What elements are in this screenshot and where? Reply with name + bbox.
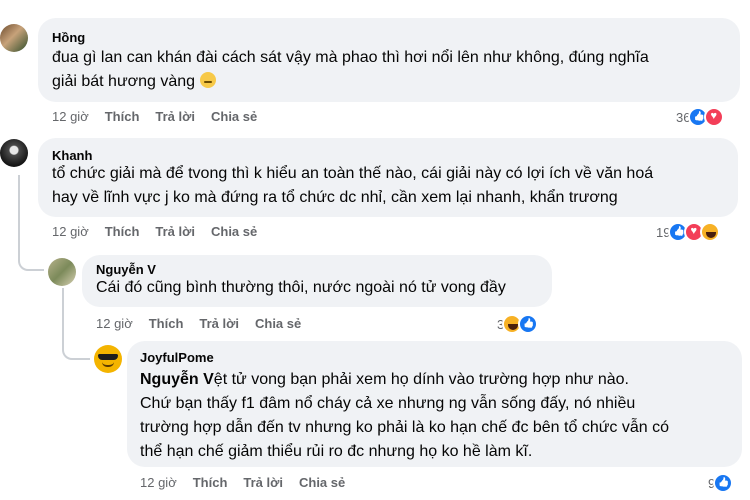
reaction-summary[interactable]: 36 — [676, 107, 725, 127]
avatar[interactable] — [0, 139, 28, 167]
reply-button[interactable]: Trả lời — [155, 224, 195, 239]
like-icon — [518, 314, 539, 334]
like-icon — [713, 473, 734, 493]
comment-text-line: đua gì lan can khán đài cách sát vậy mà … — [52, 49, 649, 66]
slightly-smiling-face-icon — [199, 72, 216, 88]
comment-timestamp[interactable]: 12 giờ — [140, 475, 177, 490]
comment-text-line: Nguyễn Vệt tử vong bạn phải xem họ dính … — [140, 371, 629, 388]
mention-link[interactable]: Nguyễn V — [140, 371, 214, 388]
avatar[interactable] — [0, 24, 28, 52]
share-button[interactable]: Chia sẻ — [211, 224, 257, 239]
comment-author-name[interactable]: JoyfulPome — [140, 350, 214, 365]
avatar[interactable] — [48, 258, 76, 286]
comment-text-line: Cái đó cũng bình thường thôi, nước ngoài… — [96, 279, 506, 296]
share-button[interactable]: Chia sẻ — [211, 109, 257, 124]
comment-author-name[interactable]: Khanh — [52, 148, 92, 163]
comment-timestamp[interactable]: 12 giờ — [52, 109, 89, 124]
reply-button[interactable]: Trả lời — [243, 475, 283, 490]
haha-icon — [700, 222, 721, 242]
comment-author-name[interactable]: Nguyễn V — [96, 262, 156, 277]
comment-text-line: giải bát hương vàng — [52, 70, 216, 94]
comment-timestamp[interactable]: 12 giờ — [52, 224, 89, 239]
comment-actions: 12 giờ Thích Trả lời Chia sẻ — [96, 316, 301, 331]
comment-actions: 12 giờ Thích Trả lời Chia sẻ — [52, 224, 257, 239]
comment-text-line: hay về lĩnh vực j ko mà đứng ra tổ chức … — [52, 189, 618, 206]
comment-text-line: tổ chức giải mà để tvong thì k hiểu an t… — [52, 165, 654, 182]
comment-actions: 12 giờ Thích Trả lời Chia sẻ — [140, 475, 345, 490]
reaction-summary[interactable]: 19 — [656, 222, 721, 242]
reaction-summary[interactable]: 9 — [708, 473, 734, 493]
comment-timestamp[interactable]: 12 giờ — [96, 316, 133, 331]
like-button[interactable]: Thích — [105, 224, 140, 239]
share-button[interactable]: Chia sẻ — [255, 316, 301, 331]
comment-actions: 12 giờ Thích Trả lời Chia sẻ — [52, 109, 257, 124]
share-button[interactable]: Chia sẻ — [299, 475, 345, 490]
like-button[interactable]: Thích — [149, 316, 184, 331]
reply-button[interactable]: Trả lời — [155, 109, 195, 124]
comment-text-line: Chứ bạn thấy f1 đâm nổ cháy cả xe nhưng … — [140, 395, 636, 412]
love-icon — [704, 107, 725, 127]
comment-text-line: trường hợp dẫn đến tv nhưng ko phải là k… — [140, 419, 670, 436]
comment-text-line: thể hạn chế giảm thiểu rủi ro đc nhưng h… — [140, 443, 533, 460]
reply-button[interactable]: Trả lời — [199, 316, 239, 331]
reaction-summary[interactable]: 3 — [497, 314, 539, 334]
comment-author-name[interactable]: Hồng — [52, 30, 85, 45]
avatar[interactable] — [94, 345, 122, 373]
like-button[interactable]: Thích — [193, 475, 228, 490]
like-button[interactable]: Thích — [105, 109, 140, 124]
